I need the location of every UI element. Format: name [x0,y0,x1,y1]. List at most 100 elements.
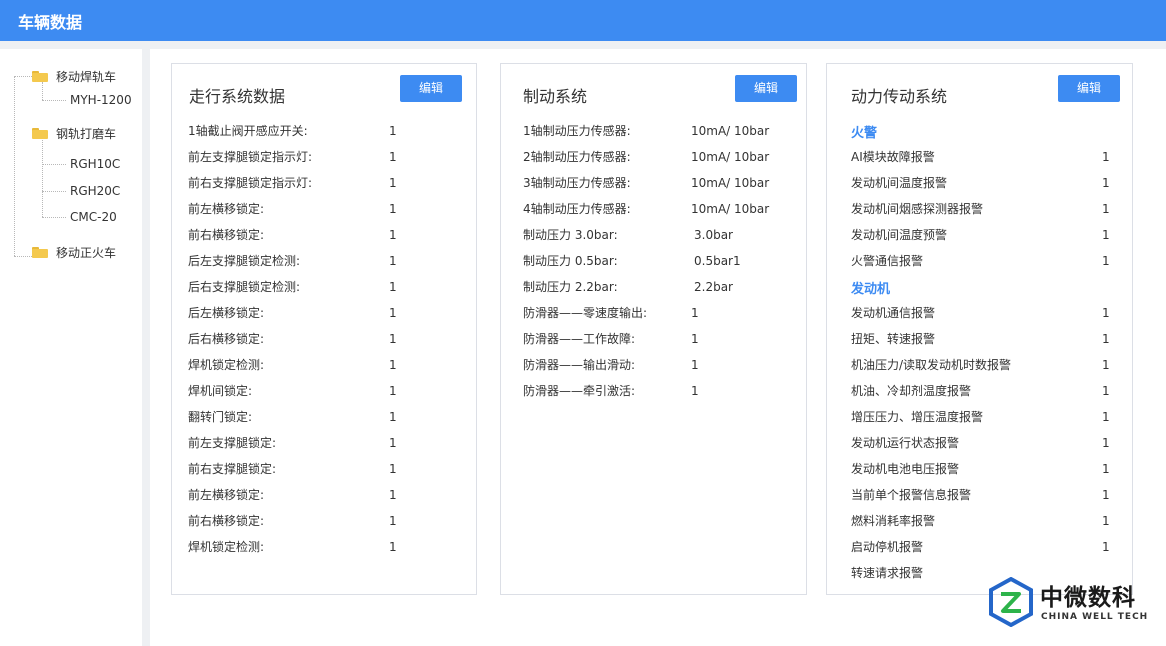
row-value: 1 [1102,332,1110,346]
row-value: 1 [1102,254,1110,268]
row-value: 1 [389,332,397,346]
edit-button[interactable]: 编辑 [1058,75,1120,102]
row-value: 1 [389,280,397,294]
section-heading: 火警 [851,126,878,141]
tree-line [42,164,66,165]
hexagon-logo-icon [989,577,1033,627]
edit-button[interactable]: 编辑 [400,75,462,102]
page-title: 车辆数据 [18,13,83,32]
data-row: 发动机通信报警 1 [851,305,1166,321]
row-value: 1 [389,410,397,424]
tree-node-rgh10c[interactable]: RGH10C [70,157,120,171]
row-label: 前右横移锁定: [188,514,265,528]
tree-node-cmc-20[interactable]: CMC-20 [70,210,117,224]
row-value: 1 [389,124,397,138]
row-value: 1 [389,150,397,164]
folder-open-icon [32,128,48,139]
row-value: 1 [1102,228,1110,242]
row-label: 制动压力 3.0bar: [523,228,618,242]
data-row: 发动机运行状态报警 1 [851,435,1166,451]
data-row: 机油压力/读取发动机时数报警 1 [851,357,1166,373]
row-value: 1 [1102,202,1110,216]
row-label: 后左横移锁定: [188,306,265,320]
row-label: 前右支撑腿锁定: [188,462,277,476]
data-row: 后右横移锁定: 1 [188,331,469,347]
data-row: 前右横移锁定: 1 [188,227,469,243]
row-value: 1 [1102,436,1110,450]
row-label: 4轴制动压力传感器: [523,202,631,216]
data-row: 4轴制动压力传感器: 10mA/ 10bar [523,201,771,217]
tree-node-label: RGH10C [70,157,121,171]
row-label: 前左支撑腿锁定: [188,436,277,450]
data-row: 防滑器——输出滑动: 1 [523,357,771,373]
data-row: 前左横移锁定: 1 [188,487,469,503]
tree-node-label: 移动焊轨车 [56,70,117,84]
tree-line [42,191,66,192]
row-label: 制动压力 2.2bar: [523,280,618,294]
tree-line [42,140,43,217]
row-label: 增压压力、增压温度报警 [851,410,984,424]
row-label: 启动停机报警 [851,540,924,554]
row-label: 发动机间温度报警 [851,176,948,190]
row-label: 防滑器——输出滑动: [523,358,636,372]
header-bar: 车辆数据 [0,0,1166,41]
row-label: 前左横移锁定: [188,488,265,502]
tree-node-rgh20c[interactable]: RGH20C [70,184,120,198]
tree-node-myh-1200[interactable]: MYH-1200 [70,93,132,107]
row-label: 火警通信报警 [851,254,924,268]
sidebar-tree: 移动焊轨车 MYH-1200 钢轨打磨车 RGH10C RGH20C CMC-2… [0,49,142,646]
row-value: 1 [1102,514,1110,528]
row-value: 1 [1102,176,1110,190]
data-row: 发动机间烟感探测器报警 1 [851,201,1166,217]
folder-open-icon [32,247,48,258]
row-value: 1 [1102,540,1110,554]
data-row: 扭矩、转速报警 1 [851,331,1166,347]
row-label: 焊机间锁定: [188,384,253,398]
row-label: 防滑器——零速度输出: [523,306,648,320]
tree-node-weld-car[interactable]: 移动焊轨车 [32,68,116,85]
data-row: 增压压力、增压温度报警 1 [851,409,1166,425]
row-value: 1 [389,176,397,190]
row-value: 1 [691,384,699,398]
row-value: 1 [389,358,397,372]
row-value: 1 [389,540,397,554]
data-row: 3轴制动压力传感器: 10mA/ 10bar [523,175,771,191]
data-row: 前右横移锁定: 1 [188,513,469,529]
row-label: 发动机间温度预警 [851,228,948,242]
row-value: 1 [389,254,397,268]
row-value: 2.2bar [694,280,733,294]
row-value: 1 [389,462,397,476]
panel-title: 走行系统数据 [189,87,286,106]
tree-node-grinding-car[interactable]: 钢轨打磨车 [32,125,116,142]
company-logo: 中微数科 CHINA WELL TECH [986,576,1156,630]
tree-line [14,256,32,257]
row-label: 制动压力 0.5bar: [523,254,618,268]
data-row: 焊机锁定检测: 1 [188,539,469,555]
row-label: 当前单个报警信息报警 [851,488,972,502]
logo-name-en: CHINA WELL TECH [1041,612,1149,622]
row-label: 1轴截止阀开感应开关: [188,124,308,138]
row-label: 发动机运行状态报警 [851,436,960,450]
edit-button[interactable]: 编辑 [735,75,797,102]
row-value: 1 [389,306,397,320]
data-row: 1轴截止阀开感应开关: 1 [188,123,469,139]
row-label: 机油压力/读取发动机时数报警 [851,358,1012,372]
data-row: 防滑器——零速度输出: 1 [523,305,771,321]
data-row: 防滑器——牵引激活: 1 [523,383,771,399]
section-heading: 发动机 [851,282,891,297]
tree-line [42,100,66,101]
data-row: 后右支撑腿锁定检测: 1 [188,279,469,295]
row-value: 1 [389,384,397,398]
data-row: 1轴制动压力传感器: 10mA/ 10bar [523,123,771,139]
row-value: 1 [691,332,699,346]
tree-node-normalizing-car[interactable]: 移动正火车 [32,244,116,261]
row-value: 1 [389,436,397,450]
row-label: 扭矩、转速报警 [851,332,936,346]
row-label: 1轴制动压力传感器: [523,124,631,138]
row-label: 防滑器——牵引激活: [523,384,636,398]
row-value: 1 [1102,358,1110,372]
row-value: 1 [691,358,699,372]
row-label: 防滑器——工作故障: [523,332,636,346]
row-value: 1 [1102,150,1110,164]
row-value: 10mA/ 10bar [691,176,770,190]
